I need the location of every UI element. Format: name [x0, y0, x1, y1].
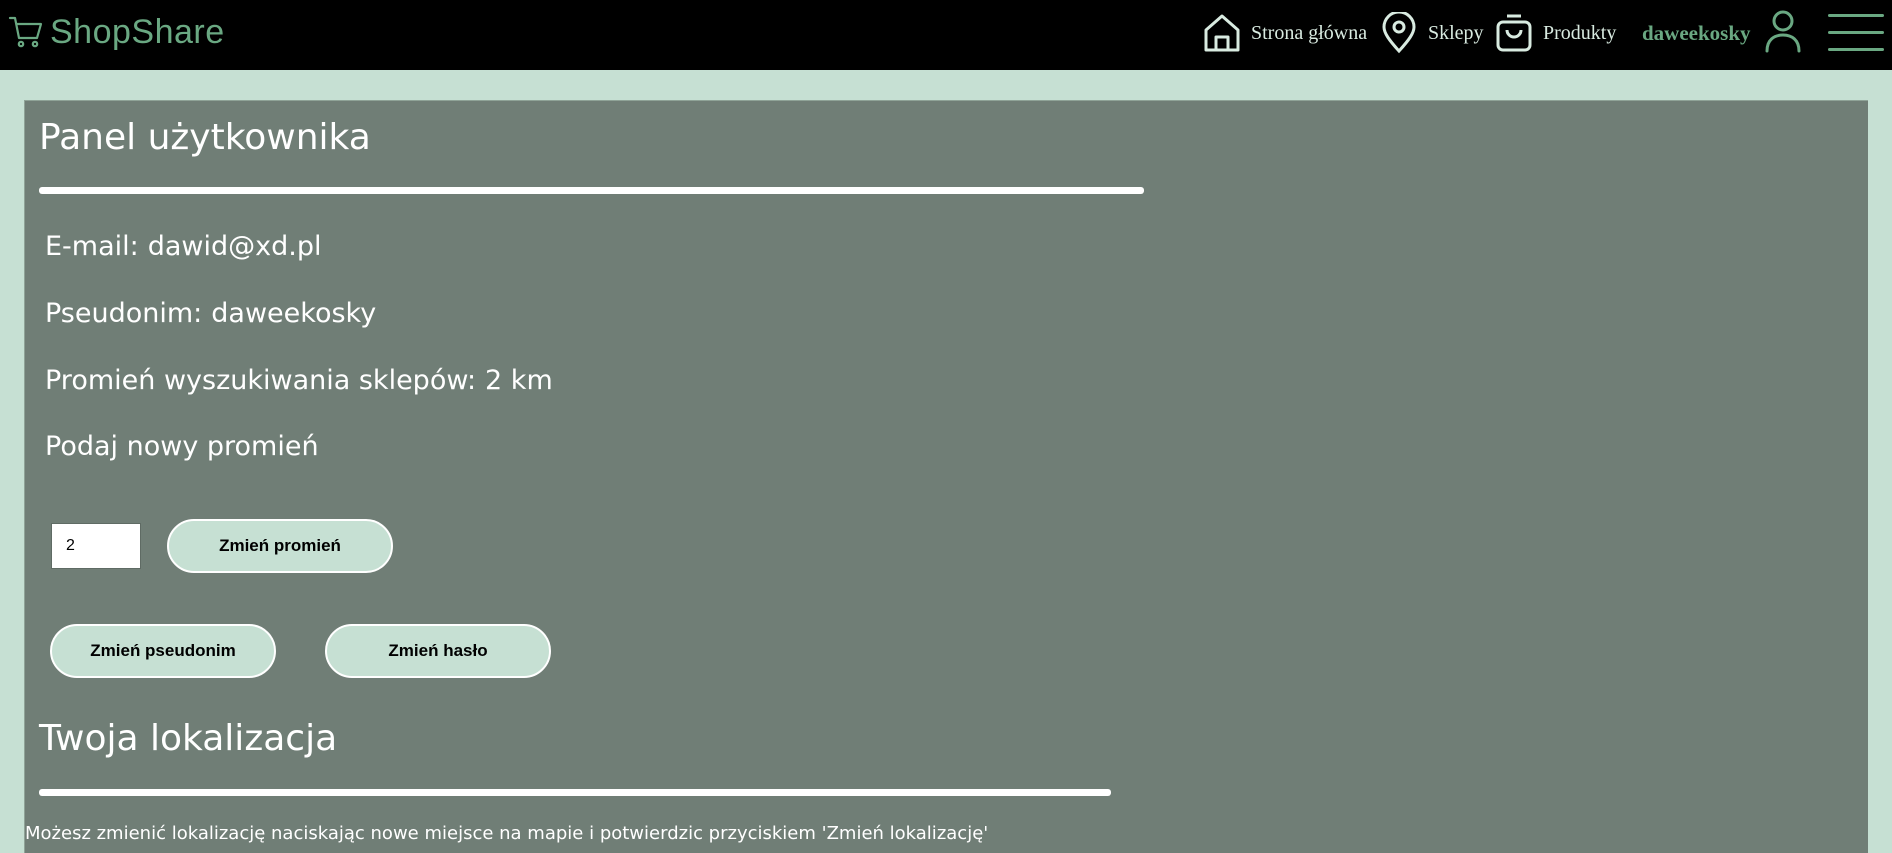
nav-item-products-label: Produkty	[1543, 21, 1617, 44]
brand-link[interactable]: ShopShare	[8, 10, 225, 54]
shopping-bag-icon	[1495, 13, 1533, 53]
email-label: E-mail:	[45, 231, 139, 262]
user-profile-link[interactable]: daweekosky	[1642, 10, 1803, 56]
radius-input[interactable]	[51, 523, 141, 569]
user-panel: Panel użytkownika E-mail: dawid@xd.pl Ps…	[24, 100, 1868, 853]
change-nickname-button[interactable]: Zmień pseudonim	[50, 624, 276, 678]
location-title: Twoja lokalizacja	[39, 718, 338, 759]
change-radius-button[interactable]: Zmień promień	[167, 519, 393, 573]
nav-item-products[interactable]: Produkty	[1495, 10, 1616, 56]
nav-item-home-label: Strona główna	[1251, 21, 1368, 44]
map-pin-icon	[1380, 12, 1418, 54]
brand-name: ShopShare	[50, 12, 225, 51]
search-radius-row: Promień wyszukiwania sklepów: 2 km	[45, 365, 553, 396]
top-navbar: ShopShare Strona główna Sklepy Produkty …	[0, 0, 1892, 70]
hamburger-menu-icon[interactable]	[1828, 12, 1884, 54]
search-radius-label: Promień wyszukiwania sklepów:	[45, 365, 477, 396]
nickname-label: Pseudonim:	[45, 298, 203, 329]
home-icon	[1203, 13, 1241, 53]
nickname-value: daweekosky	[211, 298, 377, 329]
search-radius-value: 2 km	[485, 365, 553, 396]
title-divider	[39, 187, 1144, 194]
nav-item-shops[interactable]: Sklepy	[1380, 10, 1484, 56]
page-title: Panel użytkownika	[39, 117, 371, 158]
cart-icon	[8, 14, 44, 50]
location-divider	[39, 789, 1111, 796]
user-icon	[1763, 9, 1803, 57]
email-row: E-mail: dawid@xd.pl	[45, 231, 322, 262]
nav-item-shops-label: Sklepy	[1428, 21, 1484, 44]
username: daweekosky	[1642, 20, 1751, 45]
location-hint: Możesz zmienić lokalizację naciskając no…	[25, 823, 989, 844]
nickname-row: Pseudonim: daweekosky	[45, 298, 376, 329]
change-password-button[interactable]: Zmień hasło	[325, 624, 551, 678]
nav-item-home[interactable]: Strona główna	[1203, 10, 1367, 56]
email-value: dawid@xd.pl	[147, 231, 322, 262]
new-radius-prompt: Podaj nowy promień	[45, 431, 319, 462]
